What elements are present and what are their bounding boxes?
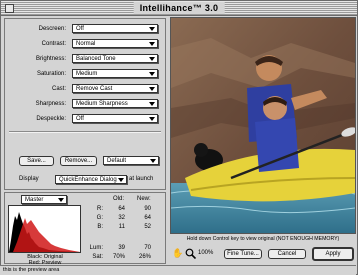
despeckle-label: Despeckle: [36, 116, 66, 122]
boy-life-vest [255, 118, 299, 172]
preset-value: Default [107, 158, 127, 164]
saturation-row: Saturation: Medium [5, 68, 165, 80]
cast-row: Cast: Remove Cast [5, 83, 165, 95]
histogram-preview-shape [13, 218, 80, 252]
histogram-graph [8, 205, 81, 253]
zoom-level: 100% [198, 250, 214, 256]
descreen-label: Descreen: [38, 26, 66, 32]
new-column-header: New: [137, 196, 151, 202]
dog-head [194, 143, 208, 157]
dropdown-arrow-icon [150, 159, 156, 163]
dropdown-arrow-icon [58, 198, 64, 202]
luminance-old-value: 39 [118, 245, 125, 251]
histogram-plot [9, 212, 80, 252]
contrast-dropdown[interactable]: Normal [72, 39, 158, 48]
red-new-value: 90 [144, 206, 151, 212]
brightness-value: Balanced Tone [76, 56, 116, 62]
sharpness-label: Sharpness: [35, 101, 66, 107]
remove-button[interactable]: Remove... [60, 156, 97, 166]
sharpness-value: Medium Sharpness [76, 101, 128, 107]
contrast-label: Contrast: [41, 41, 66, 47]
saturation-label: Saturation: [36, 71, 66, 77]
blue-label: B: [97, 224, 103, 230]
dropdown-arrow-icon [149, 72, 155, 76]
preview-image[interactable] [170, 17, 356, 234]
preset-dropdown[interactable]: Default [103, 156, 159, 165]
cast-label: Cast: [51, 86, 66, 92]
divider [9, 131, 161, 133]
save-button[interactable]: Save... [19, 156, 54, 166]
brightness-label: Brightness: [35, 56, 66, 62]
dropdown-arrow-icon [149, 87, 155, 91]
descreen-row: Descreen: Off [5, 23, 165, 35]
preview-toolbar: ✋ 100% Fine Tune... Cancel Apply [170, 246, 356, 262]
display-suffix: at launch [129, 176, 154, 182]
status-footer: this is the preview area [0, 265, 356, 275]
brightness-dropdown[interactable]: Balanced Tone [72, 54, 158, 63]
apply-button[interactable]: Apply [312, 247, 354, 261]
fine-tune-button[interactable]: Fine Tune... [224, 249, 262, 259]
dropdown-arrow-icon [149, 27, 155, 31]
dropdown-arrow-icon [149, 117, 155, 121]
hand-icon[interactable]: ✋ [172, 248, 183, 259]
red-label: R: [97, 206, 103, 212]
sharpness-row: Sharpness: Medium Sharpness [5, 98, 165, 110]
brightness-row: Brightness: Balanced Tone [5, 53, 165, 65]
channel-dropdown[interactable]: Master [21, 195, 67, 204]
dropdown-arrow-icon [149, 42, 155, 46]
cancel-button[interactable]: Cancel [268, 249, 306, 259]
green-new-value: 64 [144, 215, 151, 221]
descreen-dropdown[interactable]: Off [72, 24, 158, 33]
green-label: G: [96, 215, 103, 221]
saturation-new-value: 26% [138, 254, 151, 260]
color-readout: Old: New: R: 64 90 G: 32 64 B: 11 52 Lum… [87, 195, 163, 261]
despeckle-dropdown[interactable]: Off [72, 114, 158, 123]
luminance-new-value: 70 [144, 245, 151, 251]
dropdown-arrow-icon [149, 102, 155, 106]
saturation-old-value: 70% [112, 254, 125, 260]
magnifier-icon[interactable] [185, 248, 197, 260]
contrast-value: Normal [76, 41, 96, 47]
dropdown-arrow-icon [118, 178, 124, 182]
descreen-value: Off [76, 26, 84, 32]
kayak-photo [171, 18, 355, 233]
footer-status-text: this is the preview area [3, 267, 60, 273]
blue-old-value: 11 [118, 224, 125, 230]
blue-new-value: 52 [144, 224, 151, 230]
window-title: Intellihance™ 3.0 [133, 2, 225, 14]
luminance-label: Lum: [89, 245, 103, 251]
sharpness-dropdown[interactable]: Medium Sharpness [72, 99, 158, 108]
saturation-readout-label: Sat: [92, 254, 103, 260]
histogram-panel: Master Black: Original Red: Preview Old:… [4, 192, 166, 266]
title-bar[interactable]: Intellihance™ 3.0 [1, 1, 357, 16]
display-label: Display [19, 176, 39, 182]
saturation-value: Medium [76, 71, 98, 77]
dropdown-arrow-icon [149, 57, 155, 61]
contrast-row: Contrast: Normal [5, 38, 165, 50]
channel-value: Master [25, 197, 44, 203]
despeckle-row: Despeckle: Off [5, 113, 165, 125]
green-old-value: 32 [118, 215, 125, 221]
display-dropdown[interactable]: QuickEnhance Dialog [55, 175, 127, 184]
magnifier-icon-graphic [185, 248, 197, 260]
preview-status-message: Hold down Control key to view original (… [186, 236, 340, 242]
despeckle-value: Off [76, 116, 84, 122]
red-old-value: 64 [118, 206, 125, 212]
saturation-dropdown[interactable]: Medium [72, 69, 158, 78]
display-value: QuickEnhance Dialog [59, 177, 117, 183]
cast-dropdown[interactable]: Remove Cast [72, 84, 158, 93]
settings-panel: Descreen: Off Contrast: Normal Brightnes… [4, 18, 166, 190]
old-column-header: Old: [113, 196, 125, 202]
close-box-icon[interactable] [5, 4, 14, 13]
cast-value: Remove Cast [76, 86, 113, 92]
